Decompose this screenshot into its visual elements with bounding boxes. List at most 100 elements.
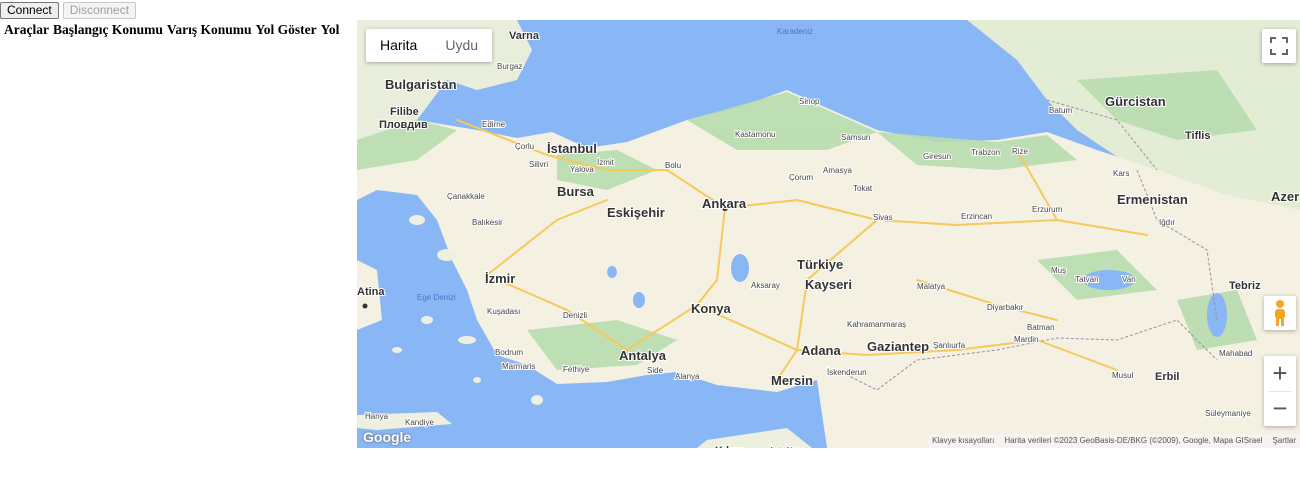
city-label: Çanakkale (447, 192, 485, 201)
header-route: Yol (320, 22, 340, 37)
city-label: İzmir (485, 271, 515, 286)
city-label: Burgaz (497, 62, 522, 71)
city-label: Fethiye (563, 365, 590, 374)
city-label: Tebriz (1229, 280, 1261, 292)
city-label: Denizli (563, 311, 587, 320)
water-label: Ege Denizi (417, 293, 456, 302)
city-label: Varna (509, 30, 540, 42)
city-label: Iğdır (1159, 218, 1175, 227)
city-label: Bodrum (495, 348, 523, 357)
city-label: Filibe (390, 106, 419, 118)
city-label: Eskişehir (607, 205, 665, 220)
city-label: Giresun (923, 152, 951, 161)
city-label: Tatvan (1075, 275, 1099, 284)
city-label: Süleymaniye (1205, 409, 1251, 418)
city-label: Batum (1049, 106, 1072, 115)
map-data-text: Harita verileri ©2023 GeoBasis-DE/BKG (©… (1004, 436, 1263, 445)
city-label: İstanbul (547, 141, 597, 156)
city-label: Kars (1113, 169, 1129, 178)
city-label: Silivri (529, 160, 548, 169)
city-label: Gaziantep (867, 339, 929, 354)
map-type-control: Harita Uydu (366, 29, 493, 62)
city-label: Şanlıurfa (933, 341, 966, 350)
city-label: Aksaray (751, 281, 780, 290)
zoom-control: + − (1264, 356, 1296, 426)
street-view-pegman[interactable] (1264, 296, 1296, 330)
table-header-row: Araçlar Başlangıç Konumu Varış Konumu Yol G… (4, 22, 343, 38)
city-label: Erzurum (1032, 205, 1063, 214)
city-label: Bolu (665, 161, 681, 170)
city-label: Trabzon (971, 148, 1000, 157)
city-label: Mersin (771, 373, 813, 388)
city-label: Atina (357, 286, 385, 298)
city-label: Yalova (570, 165, 594, 174)
terms-link[interactable]: Şartlar (1272, 434, 1296, 448)
city-label: Sinop (799, 97, 820, 106)
city-label: Musul (1112, 371, 1134, 380)
city-label: Konya (691, 301, 732, 316)
plus-icon: + (1272, 358, 1288, 388)
country-label: Türkiye (797, 257, 843, 272)
city-label: Tiflis (1185, 130, 1210, 142)
city-label: Kandiye (405, 418, 434, 427)
map-attribution: Klavye kısayolları Harita verileri ©2023… (928, 434, 1300, 448)
minus-icon: − (1272, 393, 1288, 423)
city-label: Kayseri (805, 277, 852, 292)
zoom-out-button[interactable]: − (1264, 391, 1296, 426)
header-start-location: Başlangıç Konumu (52, 22, 163, 37)
fullscreen-button[interactable] (1262, 29, 1296, 63)
city-label: Amasya (823, 166, 852, 175)
city-label: Van (1122, 275, 1136, 284)
city-label: Ankara (702, 196, 747, 211)
city-label: Kıbrıs (715, 445, 746, 448)
keyboard-shortcuts-link[interactable]: Klavye kısayolları (932, 434, 994, 448)
city-label: Alanya (675, 372, 700, 381)
city-label: Mahabad (1219, 349, 1252, 358)
city-label: Antalya (619, 348, 667, 363)
header-show-route: Yol Göster (255, 22, 317, 37)
city-label: Mardin (1014, 335, 1038, 344)
city-label: Erzincan (961, 212, 992, 221)
city-label: Diyarbakır (987, 303, 1024, 312)
city-label: Samsun (841, 133, 870, 142)
city-label: İskenderun (827, 368, 867, 377)
country-label: Ermenistan (1117, 192, 1188, 207)
city-label: Hanya (365, 412, 389, 421)
city-label: Sivas (873, 213, 893, 222)
city-label: Batman (1027, 323, 1055, 332)
city-label: Edirne (482, 120, 506, 129)
map-view[interactable]: Karadeniz Ege Denizi Bulgaristan Gürcistan… (357, 20, 1300, 448)
city-label: Rize (1012, 147, 1029, 156)
city-label: Çorlu (515, 142, 534, 151)
country-label: Azer (1271, 189, 1299, 204)
city-label: Adana (801, 343, 842, 358)
city-label: İzmit (597, 158, 615, 167)
city-label: Kuşadası (487, 307, 520, 316)
city-label: Side (647, 366, 664, 375)
fullscreen-icon (1270, 37, 1288, 55)
city-label: Muş (1051, 266, 1066, 275)
city-label: Malatya (917, 282, 946, 291)
google-logo: Google (363, 429, 412, 445)
city-label: Kastamonu (735, 130, 775, 139)
city-label: Balıkesir (472, 218, 503, 227)
city-label: Marmaris (502, 362, 535, 371)
country-label: Gürcistan (1105, 94, 1166, 109)
city-label: Bursa (557, 184, 595, 199)
country-label: Bulgaristan (385, 77, 457, 92)
city-label: Kahramanmaraş (847, 320, 906, 329)
zoom-in-button[interactable]: + (1264, 356, 1296, 391)
map-type-satellite-button[interactable]: Uydu (431, 29, 492, 62)
city-label: Ayia Napa (769, 446, 806, 448)
map-type-map-button[interactable]: Harita (366, 29, 431, 62)
city-label: Пловдив (379, 119, 428, 131)
header-vehicles: Araçlar (4, 22, 49, 37)
connect-button[interactable]: Connect (0, 2, 59, 19)
city-label: Çorum (789, 173, 813, 182)
header-destination: Varış Konumu (166, 22, 252, 37)
city-label: Tokat (853, 184, 873, 193)
pegman-icon (1275, 300, 1285, 326)
city-label: Erbil (1155, 371, 1179, 383)
toolbar: Connect Disconnect (0, 2, 137, 19)
map-canvas[interactable]: Karadeniz Ege Denizi Bulgaristan Gürcistan… (357, 20, 1300, 448)
